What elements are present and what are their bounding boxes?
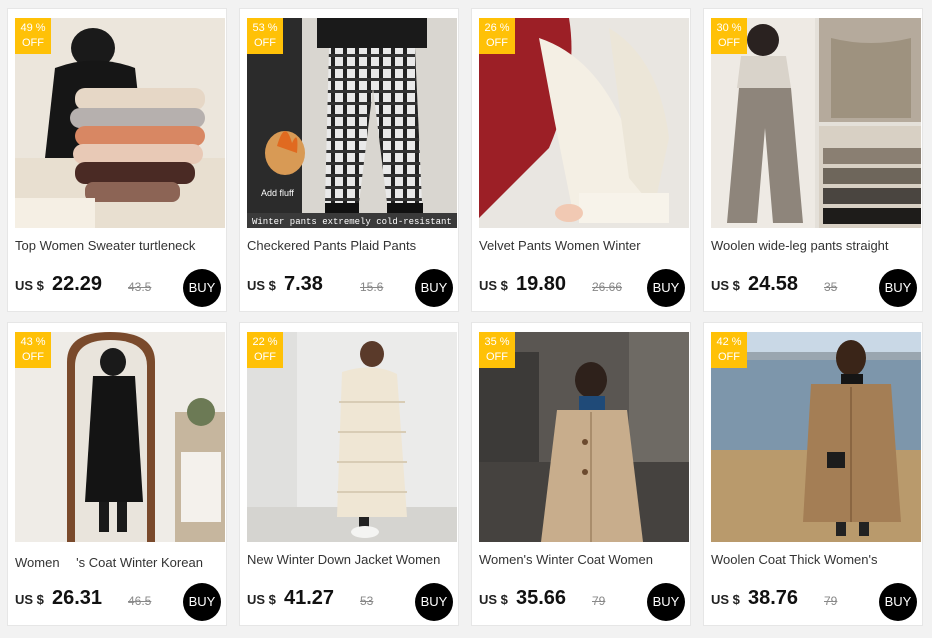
discount-badge: 30 % OFF [711, 18, 747, 54]
buy-button[interactable]: BUY [647, 583, 685, 621]
product-card[interactable]: 43 % OFF Women 's Coat Winter Korean US $… [7, 322, 227, 626]
discount-badge: 42 % OFF [711, 332, 747, 368]
original-price: 26.66 [592, 280, 623, 294]
buy-button[interactable]: BUY [879, 583, 917, 621]
sale-price: 24.58 [748, 273, 799, 295]
product-title[interactable]: Checkered Pants Plaid Pants [247, 238, 457, 253]
sale-price: 35.66 [516, 587, 567, 609]
product-card[interactable]: 42 % OFF Woolen Coat Thick Women's US $ 3… [703, 322, 923, 626]
product-image[interactable]: 30 % OFF [711, 18, 921, 228]
discount-badge: 22 % OFF [247, 332, 283, 368]
buy-button[interactable]: BUY [879, 269, 917, 307]
currency-label: US $ [711, 592, 740, 607]
original-price: 43.5 [128, 280, 152, 294]
currency-label: US $ [247, 278, 276, 293]
image-overlay-text: Winter pants extremely cold-resistant [252, 217, 452, 227]
discount-badge: 49 % OFF [15, 18, 51, 54]
product-image[interactable]: 35 % OFF [479, 332, 689, 542]
discount-badge: 26 % OFF [479, 18, 515, 54]
product-title[interactable]: Women 's Coat Winter Korean [15, 552, 225, 571]
sale-price: 7.38 [284, 273, 323, 295]
original-price: 79 [592, 594, 606, 608]
buy-button[interactable]: BUY [183, 583, 221, 621]
currency-label: US $ [711, 278, 740, 293]
product-image[interactable]: 49 % OFF [15, 18, 225, 228]
currency-label: US $ [15, 278, 44, 293]
sale-price: 41.27 [284, 587, 335, 609]
buy-button[interactable]: BUY [415, 583, 453, 621]
product-title[interactable]: Velvet Pants Women Winter [479, 238, 689, 253]
product-image[interactable]: 22 % OFF [247, 332, 457, 542]
sale-price: 19.80 [516, 273, 567, 295]
original-price: 53 [360, 594, 374, 608]
currency-label: US $ [479, 592, 508, 607]
product-card[interactable]: Winter pants extremely cold-resistant Ad… [239, 8, 459, 312]
original-price: 79 [824, 594, 838, 608]
product-card[interactable]: 30 % OFF Woolen wide-leg pants straight U… [703, 8, 923, 312]
product-title[interactable]: Women's Winter Coat Women [479, 552, 689, 567]
image-tag-text: Add fluff [261, 188, 294, 198]
product-card[interactable]: 49 % OFF Top Women Sweater turtleneck US … [7, 8, 227, 312]
sale-price: 22.29 [52, 273, 103, 295]
product-image[interactable]: 26 % OFF [479, 18, 689, 228]
original-price: 46.5 [128, 594, 152, 608]
buy-button[interactable]: BUY [183, 269, 221, 307]
sale-price: 38.76 [748, 587, 799, 609]
product-image[interactable]: 43 % OFF [15, 332, 225, 542]
product-title[interactable]: New Winter Down Jacket Women [247, 552, 457, 567]
buy-button[interactable]: BUY [647, 269, 685, 307]
product-title[interactable]: Woolen Coat Thick Women's [711, 552, 921, 567]
product-card[interactable]: 26 % OFF Velvet Pants Women Winter US $ 1… [471, 8, 691, 312]
original-price: 15.6 [360, 280, 384, 294]
buy-button[interactable]: BUY [415, 269, 453, 307]
product-card[interactable]: 35 % OFF Women's Winter Coat Women US $ 3… [471, 322, 691, 626]
currency-label: US $ [15, 592, 44, 607]
product-title[interactable]: Top Women Sweater turtleneck [15, 238, 225, 253]
product-image[interactable]: 42 % OFF [711, 332, 921, 542]
currency-label: US $ [247, 592, 276, 607]
product-card[interactable]: 22 % OFF New Winter Down Jacket Women US … [239, 322, 459, 626]
discount-badge: 35 % OFF [479, 332, 515, 368]
product-image[interactable]: Winter pants extremely cold-resistant Ad… [247, 18, 457, 228]
product-title[interactable]: Woolen wide-leg pants straight [711, 238, 921, 253]
sale-price: 26.31 [52, 587, 103, 609]
original-price: 35 [824, 280, 838, 294]
discount-badge: 53 % OFF [247, 18, 283, 54]
currency-label: US $ [479, 278, 508, 293]
discount-badge: 43 % OFF [15, 332, 51, 368]
